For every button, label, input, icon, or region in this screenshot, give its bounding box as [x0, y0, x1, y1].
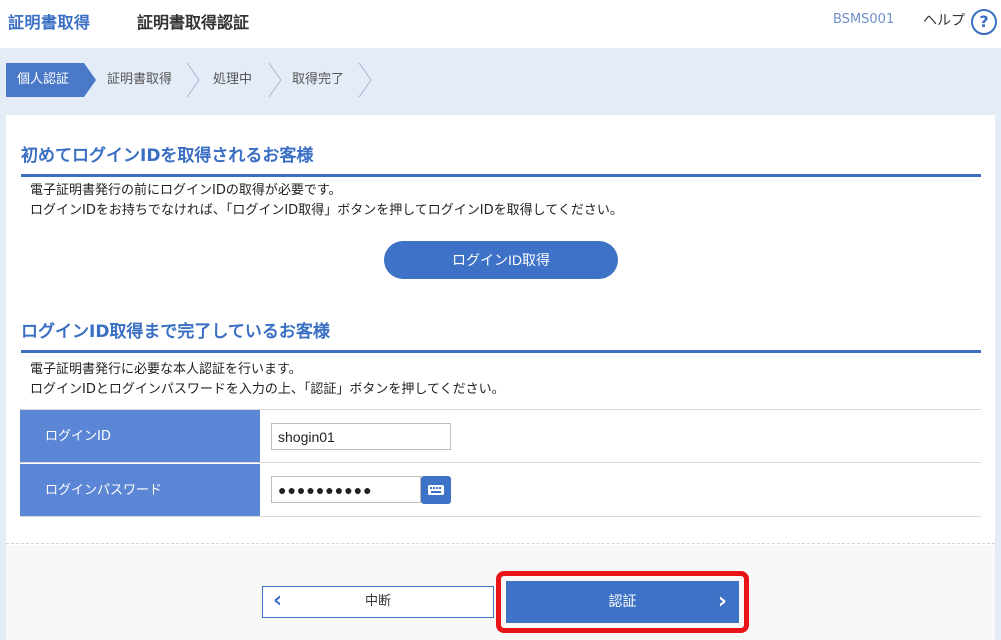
header-bar: 証明書取得 証明書取得認証 BSMS001 ヘルプ ? — [0, 0, 1001, 48]
step-indicator: 個人認証 証明書取得 処理中 取得完了 — [6, 63, 376, 97]
app-title: 証明書取得 — [8, 13, 91, 32]
chevron-left-icon: ‹ — [273, 588, 283, 613]
authenticate-button[interactable]: 認証 › — [506, 581, 739, 623]
form-row-login-id: ログインID — [20, 409, 981, 463]
step-personal-auth: 個人認証 — [6, 63, 84, 97]
main-panel: 初めてログインIDを取得されるお客様 電子証明書発行の前にログインIDの取得が必… — [6, 115, 995, 640]
section-desc-existing-customer: 電子証明書発行に必要な本人認証を行います。 ログインIDとログインパスワードを入… — [30, 360, 505, 400]
login-id-label: ログインID — [20, 410, 260, 462]
help-link[interactable]: ヘルプ — [923, 10, 965, 30]
divider — [6, 543, 995, 544]
password-label: ログインパスワード — [20, 463, 260, 516]
cancel-button[interactable]: ‹ 中断 — [262, 586, 494, 618]
screen-id: BSMS001 — [833, 12, 895, 27]
step-complete: 取得完了 — [292, 72, 345, 87]
login-form: ログインID ログインパスワード — [20, 409, 981, 517]
password-input[interactable] — [271, 476, 421, 503]
desc-line: 電子証明書発行の前にログインIDの取得が必要です。 — [30, 183, 342, 198]
cancel-button-label: 中断 — [364, 594, 391, 609]
login-id-input[interactable] — [271, 423, 451, 450]
step-separator-icon — [358, 63, 372, 97]
chevron-right-icon: › — [717, 589, 727, 614]
step-separator-icon — [268, 63, 282, 97]
get-login-id-button[interactable]: ログインID取得 — [384, 241, 618, 279]
step-processing: 処理中 — [213, 72, 253, 87]
software-keyboard-button[interactable] — [421, 476, 451, 504]
step-separator-icon — [186, 63, 200, 97]
step-cert-acquire: 証明書取得 — [107, 72, 173, 87]
desc-line: 電子証明書発行に必要な本人認証を行います。 — [30, 362, 302, 377]
section-title-existing-customer: ログインID取得まで完了しているお客様 — [21, 317, 981, 353]
page-title: 証明書取得認証 — [137, 13, 250, 32]
form-row-password: ログインパスワード — [20, 463, 981, 517]
desc-line: ログインIDをお持ちでなければ、「ログインID取得」ボタンを押してログインIDを… — [30, 203, 623, 218]
help-icon[interactable]: ? — [971, 9, 997, 35]
section-title-new-customer: 初めてログインIDを取得されるお客様 — [21, 141, 981, 177]
step-arrow-icon — [84, 63, 96, 97]
keyboard-icon — [428, 485, 444, 495]
section-desc-new-customer: 電子証明書発行の前にログインIDの取得が必要です。 ログインIDをお持ちでなけれ… — [30, 181, 623, 221]
desc-line: ログインIDとログインパスワードを入力の上、「認証」ボタンを押してください。 — [30, 382, 505, 397]
authenticate-button-label: 認証 — [608, 594, 637, 610]
